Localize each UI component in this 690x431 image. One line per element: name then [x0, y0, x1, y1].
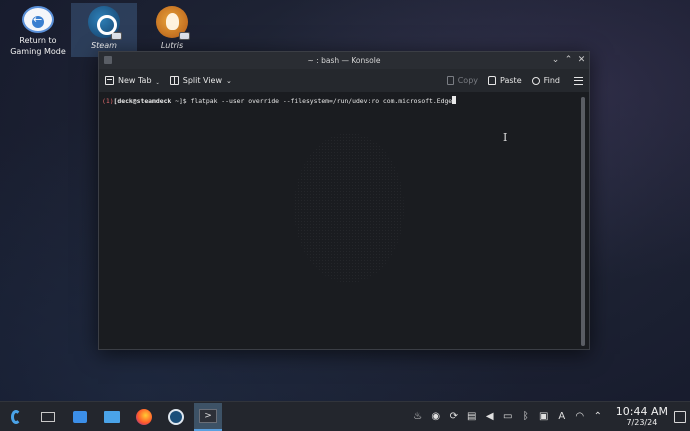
store-icon [73, 410, 87, 423]
copy-button[interactable]: Copy [446, 76, 479, 85]
chevron-down-icon: ⌄ [226, 76, 232, 85]
folder-icon [104, 410, 120, 423]
show-desktop-button[interactable] [674, 410, 686, 423]
terminal-prompt-line: (1)[deck@steamdeck ~]$ flatpak --user ov… [102, 96, 586, 105]
clock-date: 7/23/24 [626, 417, 658, 427]
prompt-path: ~]$ [171, 97, 191, 105]
search-icon [531, 76, 540, 85]
copy-icon [446, 76, 454, 85]
command-text: flatpak --user override --filesystem=/ru… [190, 97, 453, 105]
volume-icon[interactable]: ◀ [484, 411, 496, 423]
mouse-ibeam-cursor-icon: I [503, 131, 508, 144]
konsole-window: ~ : bash — Konsole ⌄ ⌃ ✕ New Tab ⌄ Split… [98, 51, 590, 350]
konsole-app-icon[interactable] [104, 56, 112, 64]
exit-code: (1) [102, 97, 114, 105]
firefox-icon [136, 408, 152, 425]
new-tab-icon [105, 76, 114, 85]
task-manager-icon [41, 411, 55, 422]
konsole-taskbar-button[interactable]: > [194, 402, 222, 431]
discover-store-button[interactable] [66, 403, 94, 431]
wifi-icon[interactable]: ◠ [574, 411, 586, 423]
terminal-scrollbar[interactable] [581, 97, 585, 346]
steam-icon [168, 408, 184, 425]
prompt-user-host: [deck@steamdeck [113, 97, 172, 105]
steam-icon [88, 6, 122, 40]
link-badge-icon [179, 32, 190, 40]
desktop-icon-return-to-gaming-mode[interactable]: Return to Gaming Mode [5, 3, 71, 57]
find-button[interactable]: Find [531, 76, 560, 85]
desktop-icon-steam[interactable]: Steam [71, 3, 137, 57]
split-view-icon [169, 76, 179, 85]
chevron-up-icon[interactable]: ⌃ [592, 411, 604, 423]
steam-taskbar-button[interactable] [162, 403, 190, 431]
paste-button[interactable]: Paste [488, 76, 522, 85]
return-icon [22, 6, 54, 33]
find-label: Find [543, 76, 560, 85]
scrollbar-thumb[interactable] [581, 97, 585, 346]
steamdeck-launcher-icon [11, 409, 21, 424]
split-view-label: Split View [182, 76, 223, 85]
taskbar: > ♨ ◉ ⟳ ▤ ◀ ▭ ᛒ ▣ A ◠ ⌃ 10:44 AM 7/23/24 [0, 401, 690, 431]
paste-icon [488, 76, 497, 85]
window-controls: ⌄ ⌃ ✕ [551, 54, 586, 66]
steam-tray-icon[interactable]: ◉ [430, 411, 442, 423]
desktop-icon-label: Return to Gaming Mode [10, 36, 66, 56]
desktop-icon-lutris[interactable]: Lutris [139, 3, 205, 57]
split-view-button[interactable]: Split View ⌄ [169, 76, 232, 85]
maximize-button[interactable]: ⌃ [564, 54, 573, 66]
file-manager-button[interactable] [98, 403, 126, 431]
window-titlebar[interactable]: ~ : bash — Konsole ⌄ ⌃ ✕ [99, 52, 589, 69]
system-tray: ♨ ◉ ⟳ ▤ ◀ ▭ ᛒ ▣ A ◠ ⌃ [412, 411, 604, 423]
text-cursor [452, 96, 457, 104]
minimize-button[interactable]: ⌄ [551, 54, 560, 66]
copy-label: Copy [457, 76, 479, 85]
konsole-watermark [294, 133, 404, 283]
desktop-icon-label: Steam [91, 41, 117, 50]
link-badge-icon [111, 32, 122, 40]
chevron-down-icon: ⌄ [155, 80, 160, 86]
clock[interactable]: 10:44 AM 7/23/24 [615, 404, 668, 428]
updates-icon[interactable]: ⟳ [448, 411, 460, 423]
lutris-icon [156, 6, 190, 40]
application-launcher-button[interactable] [2, 403, 30, 431]
konsole-toolbar: New Tab ⌄ Split View ⌄ Copy Paste Find [99, 69, 589, 93]
terminal-area[interactable]: (1)[deck@steamdeck ~]$ flatpak --user ov… [99, 93, 589, 349]
clipboard-icon[interactable]: ▤ [466, 411, 478, 423]
new-tab-button[interactable]: New Tab ⌄ [105, 75, 160, 86]
task-manager-button[interactable] [34, 403, 62, 431]
window-title: ~ : bash — Konsole [307, 56, 381, 65]
paste-label: Paste [500, 76, 522, 85]
close-button[interactable]: ✕ [577, 54, 586, 66]
desktop-icon-label: Lutris [160, 41, 184, 50]
keyboard-layout-icon[interactable]: A [556, 411, 568, 423]
firefox-button[interactable] [130, 403, 158, 431]
hamburger-menu-icon[interactable] [574, 76, 583, 85]
clock-time: 10:44 AM [615, 404, 668, 418]
battery-icon[interactable]: ▭ [502, 411, 514, 423]
notifications-icon[interactable]: ♨ [412, 411, 424, 423]
bluetooth-icon[interactable]: ᛒ [520, 411, 532, 423]
new-tab-label: New Tab [118, 76, 152, 85]
konsole-icon: > [199, 408, 217, 423]
storage-icon[interactable]: ▣ [538, 411, 550, 423]
